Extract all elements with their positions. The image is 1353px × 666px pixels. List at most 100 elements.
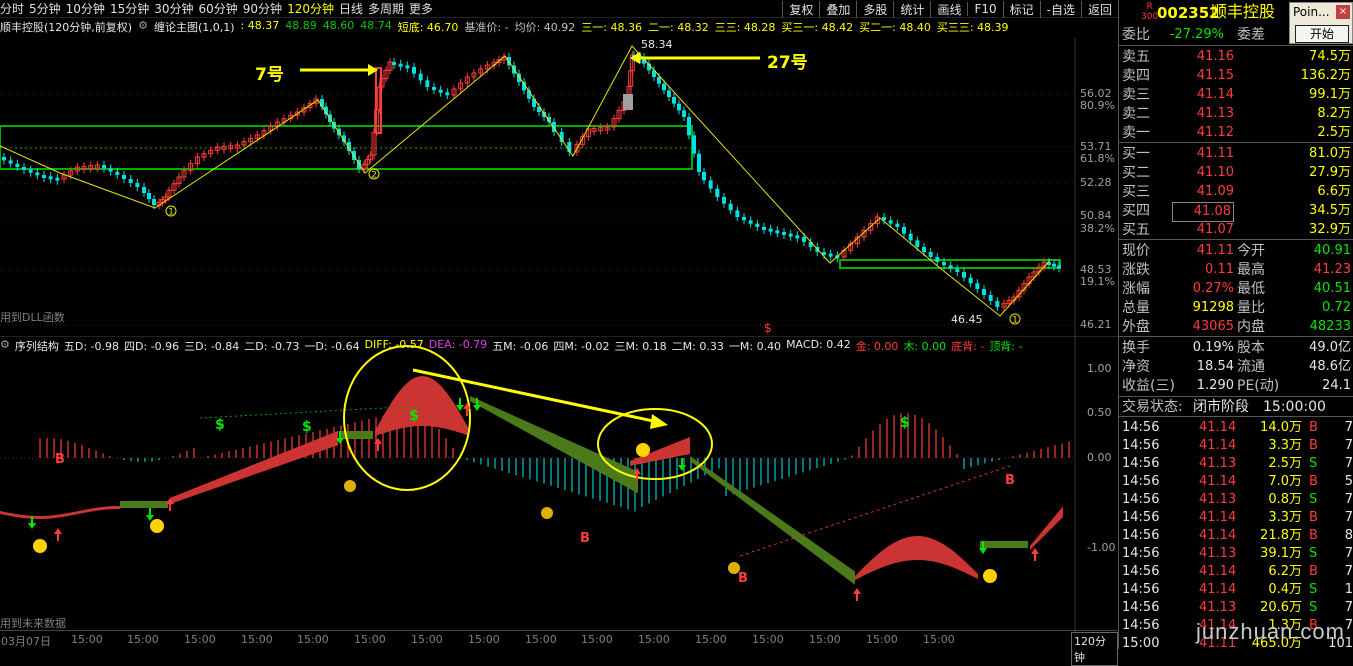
row-volume: 32.9万 bbox=[1309, 222, 1351, 237]
tool-button-6[interactable]: 标记 bbox=[1002, 0, 1040, 18]
fund-value: 0.19% bbox=[1192, 340, 1234, 355]
tick-row[interactable]: 14:56 41.14 3.3万 B 7 bbox=[1119, 437, 1353, 455]
tool-button-8[interactable]: 返回 bbox=[1080, 0, 1118, 18]
period-tab-7[interactable]: 120分钟 bbox=[287, 0, 339, 17]
start-button[interactable]: 开始 bbox=[1295, 25, 1349, 43]
tool-button-1[interactable]: 叠加 bbox=[819, 0, 856, 18]
tick-volume: 3.3万 bbox=[1268, 438, 1302, 453]
stat-value: 43065 bbox=[1192, 319, 1234, 334]
tick-time: 14:56 bbox=[1122, 564, 1160, 579]
tick-price: 41.14 bbox=[1199, 564, 1237, 579]
tool-button-7[interactable]: -自选 bbox=[1039, 0, 1081, 18]
pivot-marker: 1 bbox=[1009, 313, 1021, 326]
tick-row[interactable]: 14:56 41.14 14.0万 B 7 bbox=[1119, 419, 1353, 437]
row-label: 卖一 bbox=[1122, 125, 1150, 141]
quote-row: 买二 41.10 27.9万 bbox=[1119, 164, 1353, 182]
tick-count: 7 bbox=[1344, 438, 1353, 453]
weibi-value: -27.29% bbox=[1169, 27, 1224, 42]
annotation-27: 27号 bbox=[767, 53, 808, 73]
tick-count: 7 bbox=[1344, 420, 1353, 435]
time-label: 15:00 bbox=[581, 633, 613, 646]
period-label[interactable]: 120分钟 bbox=[1071, 632, 1118, 666]
tick-direction: S bbox=[1309, 456, 1318, 471]
period-tab-5[interactable]: 60分钟 bbox=[199, 0, 243, 17]
tool-button-0[interactable]: 复权 bbox=[782, 0, 819, 18]
tick-row[interactable]: 14:56 41.13 20.6万 S 7 bbox=[1119, 599, 1353, 617]
stat-label: 今开 bbox=[1237, 243, 1265, 259]
period-tab-9[interactable]: 多周期 bbox=[368, 0, 409, 17]
tick-price: 41.13 bbox=[1199, 492, 1237, 507]
quote-row: 买一 41.11 81.0万 bbox=[1119, 145, 1353, 163]
tick-price: 41.14 bbox=[1199, 510, 1237, 525]
tick-direction: B bbox=[1309, 564, 1318, 579]
tool-button-3[interactable]: 统计 bbox=[893, 0, 930, 18]
tick-time: 14:56 bbox=[1122, 600, 1160, 615]
stat-row: 总量 91298 量比 0.72 bbox=[1119, 299, 1353, 317]
row-volume: 81.0万 bbox=[1309, 146, 1351, 161]
r-badge-sub: 300 bbox=[1141, 12, 1159, 22]
high-label: 58.34 bbox=[641, 38, 673, 51]
tick-time: 15:00 bbox=[1122, 636, 1160, 651]
svg-text:$: $ bbox=[900, 415, 910, 431]
tick-row[interactable]: 14:56 41.14 0.4万 S 1 bbox=[1119, 581, 1353, 599]
period-tab-0[interactable]: 分时 bbox=[0, 0, 29, 17]
tick-row[interactable]: 14:56 41.14 6.2万 B 7 bbox=[1119, 563, 1353, 581]
tick-direction: B bbox=[1309, 420, 1318, 435]
tick-direction: B bbox=[1309, 510, 1318, 525]
svg-text:$: $ bbox=[215, 417, 225, 433]
tool-button-2[interactable]: 多股 bbox=[856, 0, 893, 18]
tick-row[interactable]: 14:56 41.13 2.5万 S 7 bbox=[1119, 455, 1353, 473]
tick-row[interactable]: 14:56 41.13 0.8万 S 7 bbox=[1119, 491, 1353, 509]
sub-tick: -1.00 bbox=[1087, 541, 1116, 554]
period-tab-3[interactable]: 15分钟 bbox=[110, 0, 154, 17]
tick-volume: 7.0万 bbox=[1268, 474, 1302, 489]
row-volume: 74.5万 bbox=[1309, 49, 1351, 64]
tick-price: 41.14 bbox=[1199, 474, 1237, 489]
stat-value: 0.72 bbox=[1322, 300, 1351, 315]
stat-value: 48233 bbox=[1309, 319, 1351, 334]
weicha-label: 委差 bbox=[1237, 27, 1265, 43]
period-tab-1[interactable]: 5分钟 bbox=[29, 0, 66, 17]
stat-label: 总量 bbox=[1122, 300, 1150, 316]
sequence-indicator-chart[interactable]: ⚙ 序列结构 五D: -0.98 四D: -0.96 三D: -0.84 二D: -0… bbox=[0, 336, 1118, 632]
tick-time: 14:56 bbox=[1122, 420, 1160, 435]
tick-count: 7 bbox=[1344, 600, 1353, 615]
time-label: 15:00 bbox=[127, 633, 159, 646]
tick-row[interactable]: 14:56 41.13 39.1万 S 7 bbox=[1119, 545, 1353, 563]
quote-panel: R 300 002352 顺丰控股 委比 -27.29% 委差 卖五 41.16 7… bbox=[1118, 0, 1353, 651]
svg-text:B: B bbox=[738, 571, 748, 586]
stat-row: 现价 41.11 今开 40.91 bbox=[1119, 242, 1353, 260]
tick-row[interactable]: 14:56 41.14 3.3万 B 7 bbox=[1119, 509, 1353, 527]
stat-value: 91298 bbox=[1192, 300, 1234, 315]
price-tick: 38.2% bbox=[1080, 222, 1115, 235]
tick-count: 1 bbox=[1344, 582, 1353, 597]
period-tab-6[interactable]: 90分钟 bbox=[243, 0, 287, 17]
period-tab-4[interactable]: 30分钟 bbox=[154, 0, 198, 17]
tick-row[interactable]: 14:56 41.14 21.8万 B 8 bbox=[1119, 527, 1353, 545]
row-volume: 27.9万 bbox=[1309, 165, 1351, 180]
tick-time: 14:56 bbox=[1122, 492, 1160, 507]
period-tab-2[interactable]: 10分钟 bbox=[66, 0, 110, 17]
stat-value: 0.27% bbox=[1192, 281, 1234, 296]
tick-direction: B bbox=[1309, 528, 1318, 543]
tick-count: 8 bbox=[1344, 528, 1353, 543]
period-tab-8[interactable]: 日线 bbox=[339, 0, 368, 17]
tool-button-5[interactable]: F10 bbox=[967, 2, 1002, 16]
stat-label: 最高 bbox=[1237, 262, 1265, 278]
period-tab-10[interactable]: 更多 bbox=[409, 0, 438, 17]
tick-row[interactable]: 14:56 41.14 7.0万 B 5 bbox=[1119, 473, 1353, 491]
row-price: 41.07 bbox=[1196, 222, 1234, 237]
kline-svg: 1 2 1 bbox=[0, 38, 1076, 336]
row-label: 卖二 bbox=[1122, 106, 1150, 122]
tool-button-4[interactable]: 画线 bbox=[930, 0, 967, 18]
time-label: 15:00 bbox=[752, 633, 784, 646]
row-label: 买四 bbox=[1122, 203, 1150, 219]
main-kline-chart[interactable]: 顺丰控股(120分钟,前复权) ⚙ 缠论主图(1,0,1) : 48.37 48.… bbox=[0, 18, 1118, 336]
fund-value: 24.1 bbox=[1322, 378, 1351, 393]
close-icon[interactable]: × bbox=[1336, 5, 1350, 19]
tick-time: 14:56 bbox=[1122, 438, 1160, 453]
time-label: 15:00 bbox=[468, 633, 500, 646]
point-popup: Poin... × 开始 bbox=[1289, 2, 1353, 44]
stat-label: 涨跌 bbox=[1122, 262, 1150, 278]
fund-row: 净资 18.54 流通 48.6亿 bbox=[1119, 358, 1353, 376]
